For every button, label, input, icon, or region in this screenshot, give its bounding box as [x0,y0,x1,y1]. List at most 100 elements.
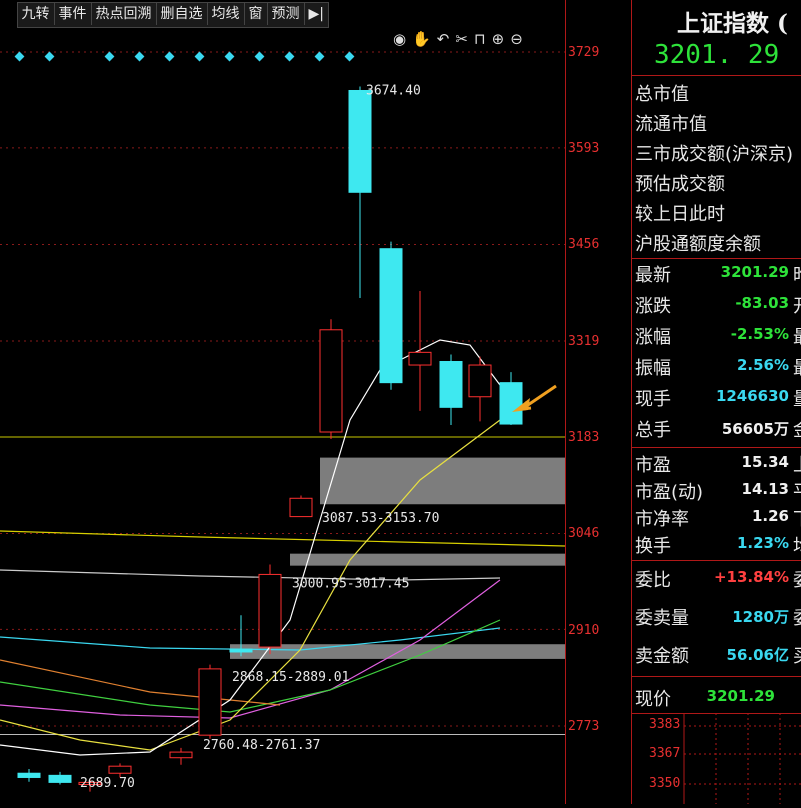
valuation-tail: 下 [793,505,801,531]
order-key: 委卖量 [635,608,689,629]
signal-diamond [44,51,55,62]
quote-value: 1246630 [715,387,789,405]
valuation-key: 市净率 [635,509,689,530]
eye-icon[interactable]: ◉ [393,30,406,48]
signal-diamond [254,51,265,62]
quote-value: -83.03 [735,294,789,312]
signal-diamond [284,51,295,62]
quote-tail: 最 [793,323,801,349]
event-button[interactable]: 事件 [55,3,92,25]
chart-tools: ◉ ✋ ↶ ✂ ⊓ ⊕ ⊖ [393,30,523,48]
play-icon[interactable]: ▶| [305,3,328,25]
candle-body [499,382,523,425]
order-key: 委比 [635,570,671,591]
candle-body [229,648,253,653]
separator [632,447,801,448]
info-label: 三市成交额(沪深京) [635,144,794,165]
zoom-in-icon[interactable]: ⊕ [492,30,505,48]
candle-body [198,668,222,736]
valuation-row: 换手 1.23%均 [635,532,801,558]
y-tick-label: 2773 [568,719,600,734]
signal-diamond [164,51,175,62]
quote-tail: 开 [793,292,801,318]
valuation-tail: 上 [793,451,801,477]
index-price: 3201. 29 [654,40,780,70]
info-label: 预估成交额 [635,174,725,195]
price-axis: 3729 3593 3456 3319 3183 3046 2910 2773 [565,0,631,804]
valuation-key: 市盈 [635,455,671,476]
valuation-row: 市盈(动) 14.13平 [635,478,801,504]
candle-body [169,751,193,759]
info-label: 沪股通额度余额 [635,234,761,255]
quote-row: 涨跌 -83.03开 [635,292,801,318]
y-tick-label: 3729 [568,45,600,60]
kline-chart[interactable]: 3674.40 3087.53-3153.70 3000.95-3017.45 286… [0,0,566,804]
signal-diamond [344,51,355,62]
remove-watchlist-button[interactable]: 删自选 [157,3,208,25]
y-tick-label: 3183 [568,430,600,445]
gap-zone [320,457,565,505]
candle-body [348,89,372,193]
order-row: 委比 +13.84%委 [635,566,801,592]
order-value: 1280万 [732,608,789,626]
price-annotation: 2868.15-2889.01 [232,670,349,685]
ma-white-long [0,569,501,581]
signal-diamond [224,51,235,62]
current-price-key: 现价 [635,689,671,710]
valuation-key: 换手 [635,536,671,557]
moving-average-button[interactable]: 均线 [208,3,245,25]
y-tick-label: 2910 [568,623,600,638]
hotspot-review-button[interactable]: 热点回溯 [92,3,157,25]
quote-key: 现手 [635,389,671,410]
window-button[interactable]: 窗 [245,3,268,25]
y-tick-label: 3046 [568,526,600,541]
ma-green [0,619,501,713]
lock-icon[interactable]: ⊓ [474,30,486,48]
order-key: 卖金额 [635,646,689,667]
y-tick-label: 3319 [568,334,600,349]
valuation-tail: 平 [793,478,801,504]
axis-divider [565,0,566,804]
quote-value: 3201.29 [720,263,789,281]
signal-diamond [194,51,205,62]
price-annotation: 2689.70 [80,776,135,791]
candle-body [379,248,403,384]
candle-body [468,364,492,398]
undo-icon[interactable]: ↶ [437,30,450,48]
quote-key: 涨幅 [635,327,671,348]
valuation-value: 14.13 [741,480,789,498]
scissors-icon[interactable]: ✂ [455,30,468,48]
order-row: 委卖量 1280万委 [635,604,801,630]
zoom-out-icon[interactable]: ⊖ [510,30,523,48]
order-value: 56.06亿 [726,646,789,664]
valuation-value: 15.34 [741,453,789,471]
info-label: 总市值 [635,84,689,105]
candle-body [108,765,132,774]
current-price-value: 3201.29 [706,687,775,705]
info-label: 较上日此时 [635,204,725,225]
candle-body [289,497,313,518]
candle-body [17,772,41,778]
price-annotation: 3674.40 [366,83,421,98]
chart-toolbar: 九转 事件 热点回溯 删自选 均线 窗 预测 ▶| [16,2,329,28]
valuation-row: 市净率 1.26下 [635,505,801,531]
valuation-key: 市盈(动) [635,482,704,503]
hand-icon[interactable]: ✋ [412,30,431,48]
candle-body [408,351,432,366]
separator [632,258,801,259]
candle-body [258,573,282,648]
candle-body [439,361,463,408]
quote-row: 涨幅 -2.53%最 [635,323,801,349]
forecast-button[interactable]: 预测 [268,3,305,25]
candle-body [48,774,72,783]
jiuzhuan-button[interactable]: 九转 [18,3,55,25]
candle-body [319,329,343,433]
signal-diamond [134,51,145,62]
signal-diamond [14,51,25,62]
order-row: 卖金额 56.06亿买 [635,642,801,668]
quote-row: 现手 1246630量 [635,385,801,411]
quote-tail: 最 [793,354,801,380]
kline-svg: 3674.40 3087.53-3153.70 3000.95-3017.45 286… [0,51,566,792]
current-price-row: 现价 3201.29 [635,685,801,711]
valuation-value: 1.26 [751,507,789,525]
